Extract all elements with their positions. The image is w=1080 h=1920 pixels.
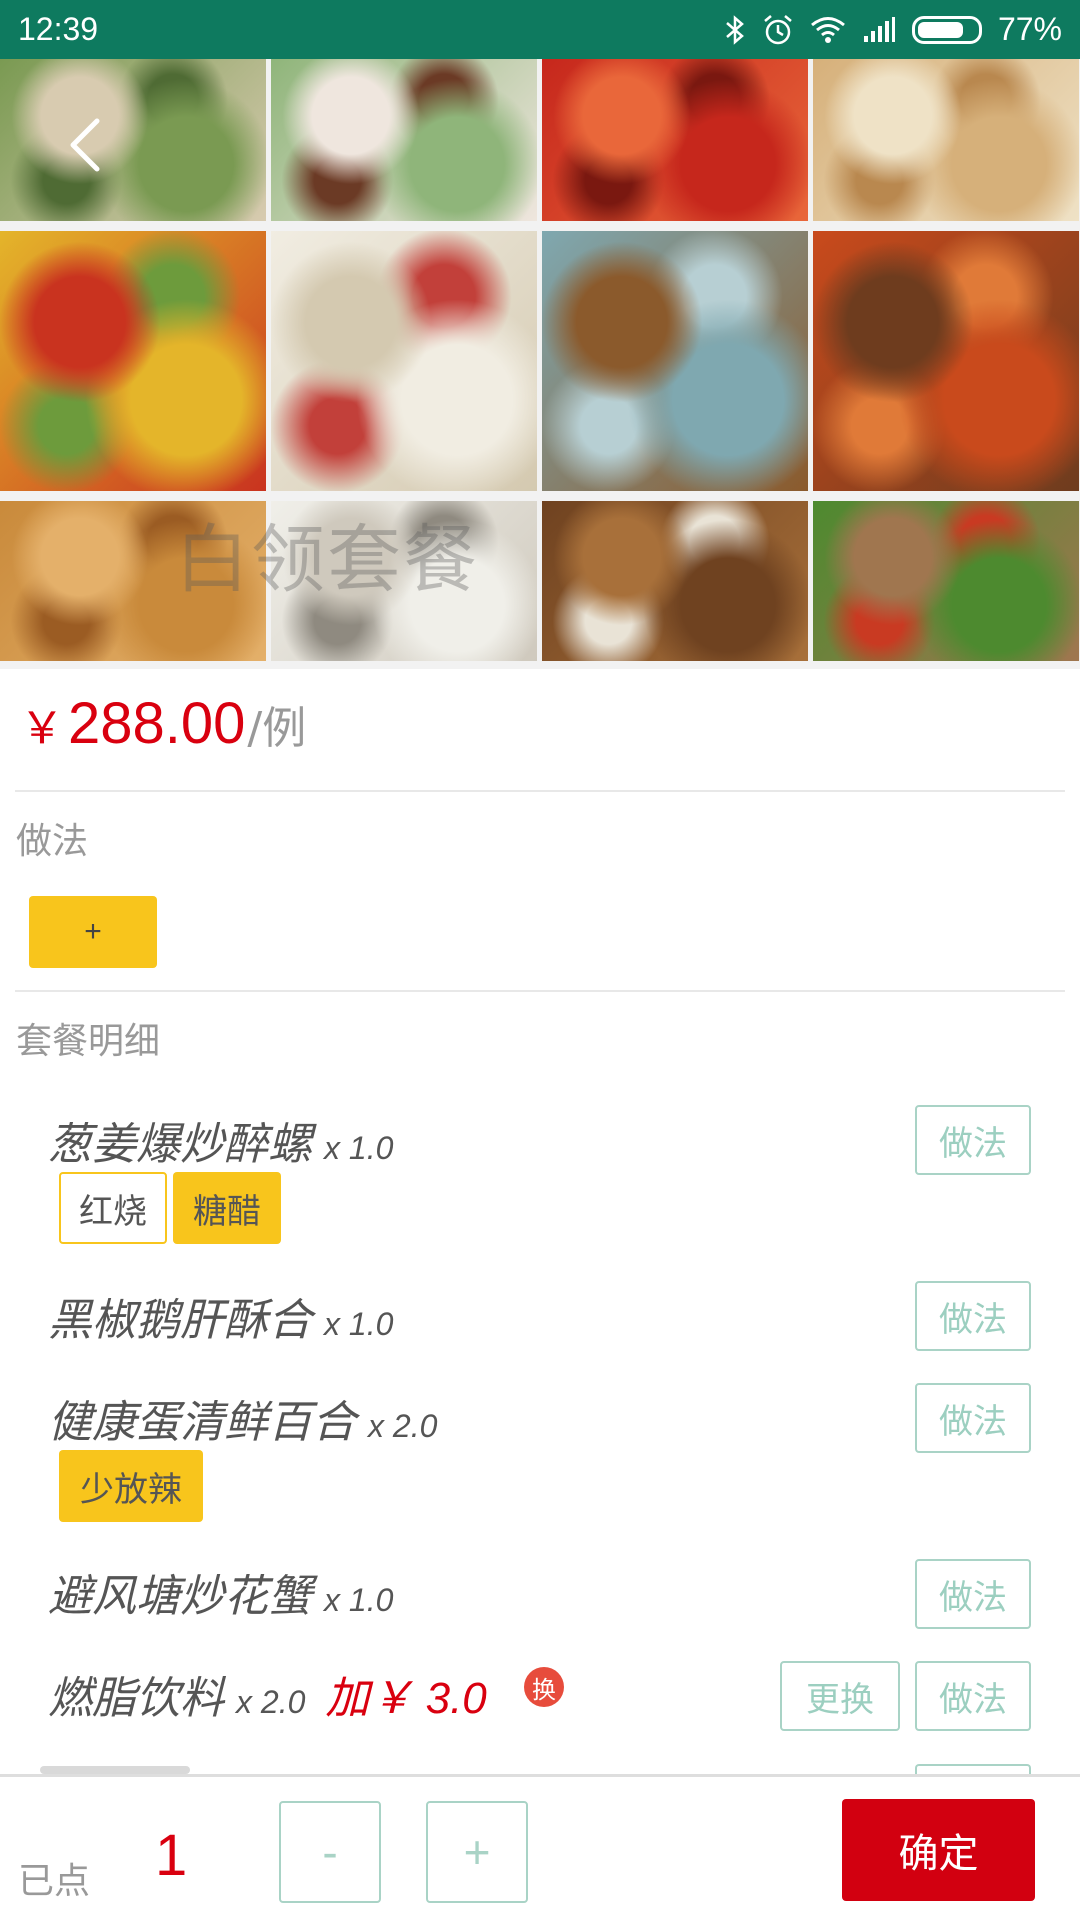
set-item: 避风塘炒花蟹 x 1.0 — [48, 1560, 393, 1624]
photo-abalone-plate — [542, 231, 808, 491]
battery-percent: 77% — [997, 11, 1062, 47]
list-overflow-hint — [0, 1762, 1080, 1774]
battery-fill — [917, 21, 963, 38]
cut-off-item-name — [40, 1766, 190, 1774]
status-time: 12:39 — [18, 11, 99, 47]
method-button[interactable]: 做法 — [915, 1559, 1031, 1629]
back-button[interactable] — [55, 110, 115, 180]
method-tag[interactable]: 少放辣 — [59, 1450, 203, 1522]
method-button[interactable]: 做法 — [915, 1105, 1031, 1175]
ordered-label: 已点 — [18, 1861, 91, 1902]
cut-off-method-button — [915, 1764, 1031, 1774]
set-item: 葱姜爆炒醉螺 x 1.0 — [48, 1108, 393, 1172]
divider — [15, 990, 1065, 992]
price-row: ￥ 288.00 /例 — [20, 690, 306, 757]
photo-bird-nest-soup — [271, 231, 537, 491]
dish-photo-grid — [0, 59, 1080, 669]
photo-stuffed-bitter-melon — [0, 59, 266, 221]
set-item: 黑椒鹅肝酥合 x 1.0 — [48, 1284, 393, 1348]
decrease-button[interactable]: - — [279, 1801, 381, 1903]
chevron-left-icon — [70, 118, 100, 172]
bluetooth-icon — [724, 14, 746, 46]
confirm-button[interactable]: 确定 — [842, 1799, 1035, 1901]
method-button[interactable]: 做法 — [915, 1383, 1031, 1453]
price-currency: ￥ — [20, 703, 64, 754]
set-details-label: 套餐明细 — [16, 1021, 161, 1062]
set-item-extra-price: 加￥ 3.0 — [325, 1674, 487, 1723]
set-item-name: 避风塘炒花蟹 — [48, 1571, 312, 1622]
photo-chili-stir-fry — [542, 59, 808, 221]
set-item: 燃脂饮料 x 2.0 加￥ 3.0 — [48, 1662, 487, 1726]
set-item-qty: x 2.0 — [236, 1684, 306, 1720]
photo-fried-balls — [813, 59, 1079, 221]
price-value: 288.00 — [68, 691, 246, 756]
method-button[interactable]: 做法 — [915, 1281, 1031, 1351]
alarm-icon — [762, 14, 794, 46]
method-tag[interactable]: 红烧 — [59, 1172, 167, 1244]
status-bar: 12:39 77% — [0, 0, 1080, 59]
battery-icon — [911, 15, 982, 44]
photo-braised-fish — [542, 501, 808, 661]
photo-beans-stir-fry — [813, 501, 1079, 661]
replace-button[interactable]: 更换 — [780, 1661, 900, 1731]
set-item-name: 健康蛋清鲜百合 — [48, 1397, 356, 1448]
set-item-qty: x 1.0 — [324, 1306, 394, 1342]
set-item-name: 黑椒鹅肝酥合 — [48, 1295, 312, 1346]
ordered-count: 1 — [155, 1823, 188, 1888]
set-title-watermark: 白领套餐 — [175, 517, 479, 603]
set-item-qty: x 1.0 — [324, 1130, 394, 1166]
set-item-name: 葱姜爆炒醉螺 — [48, 1119, 312, 1170]
set-item-qty: x 2.0 — [368, 1408, 438, 1444]
set-item-qty: x 1.0 — [324, 1582, 394, 1618]
method-button[interactable]: 做法 — [915, 1661, 1031, 1731]
status-icons: 77% — [724, 11, 1062, 48]
increase-button[interactable]: + — [426, 1801, 528, 1903]
add-method-button[interactable]: + — [29, 896, 157, 968]
photo-dumpling-dish — [271, 59, 537, 221]
photo-stuffed-peppers — [0, 231, 266, 491]
method-tag[interactable]: 糖醋 — [173, 1172, 281, 1244]
swap-badge: 换 — [524, 1667, 564, 1707]
divider — [15, 790, 1065, 792]
set-item-name: 燃脂饮料 — [48, 1673, 224, 1724]
bottom-bar: 已点 1 - + 确定 — [0, 1774, 1080, 1920]
method-section-label: 做法 — [16, 821, 89, 862]
photo-crab-dish — [813, 231, 1079, 491]
price-unit: /例 — [247, 703, 307, 754]
wifi-icon — [810, 15, 846, 45]
signal-icon — [862, 16, 896, 44]
set-item: 健康蛋清鲜百合 x 2.0 — [48, 1386, 437, 1450]
